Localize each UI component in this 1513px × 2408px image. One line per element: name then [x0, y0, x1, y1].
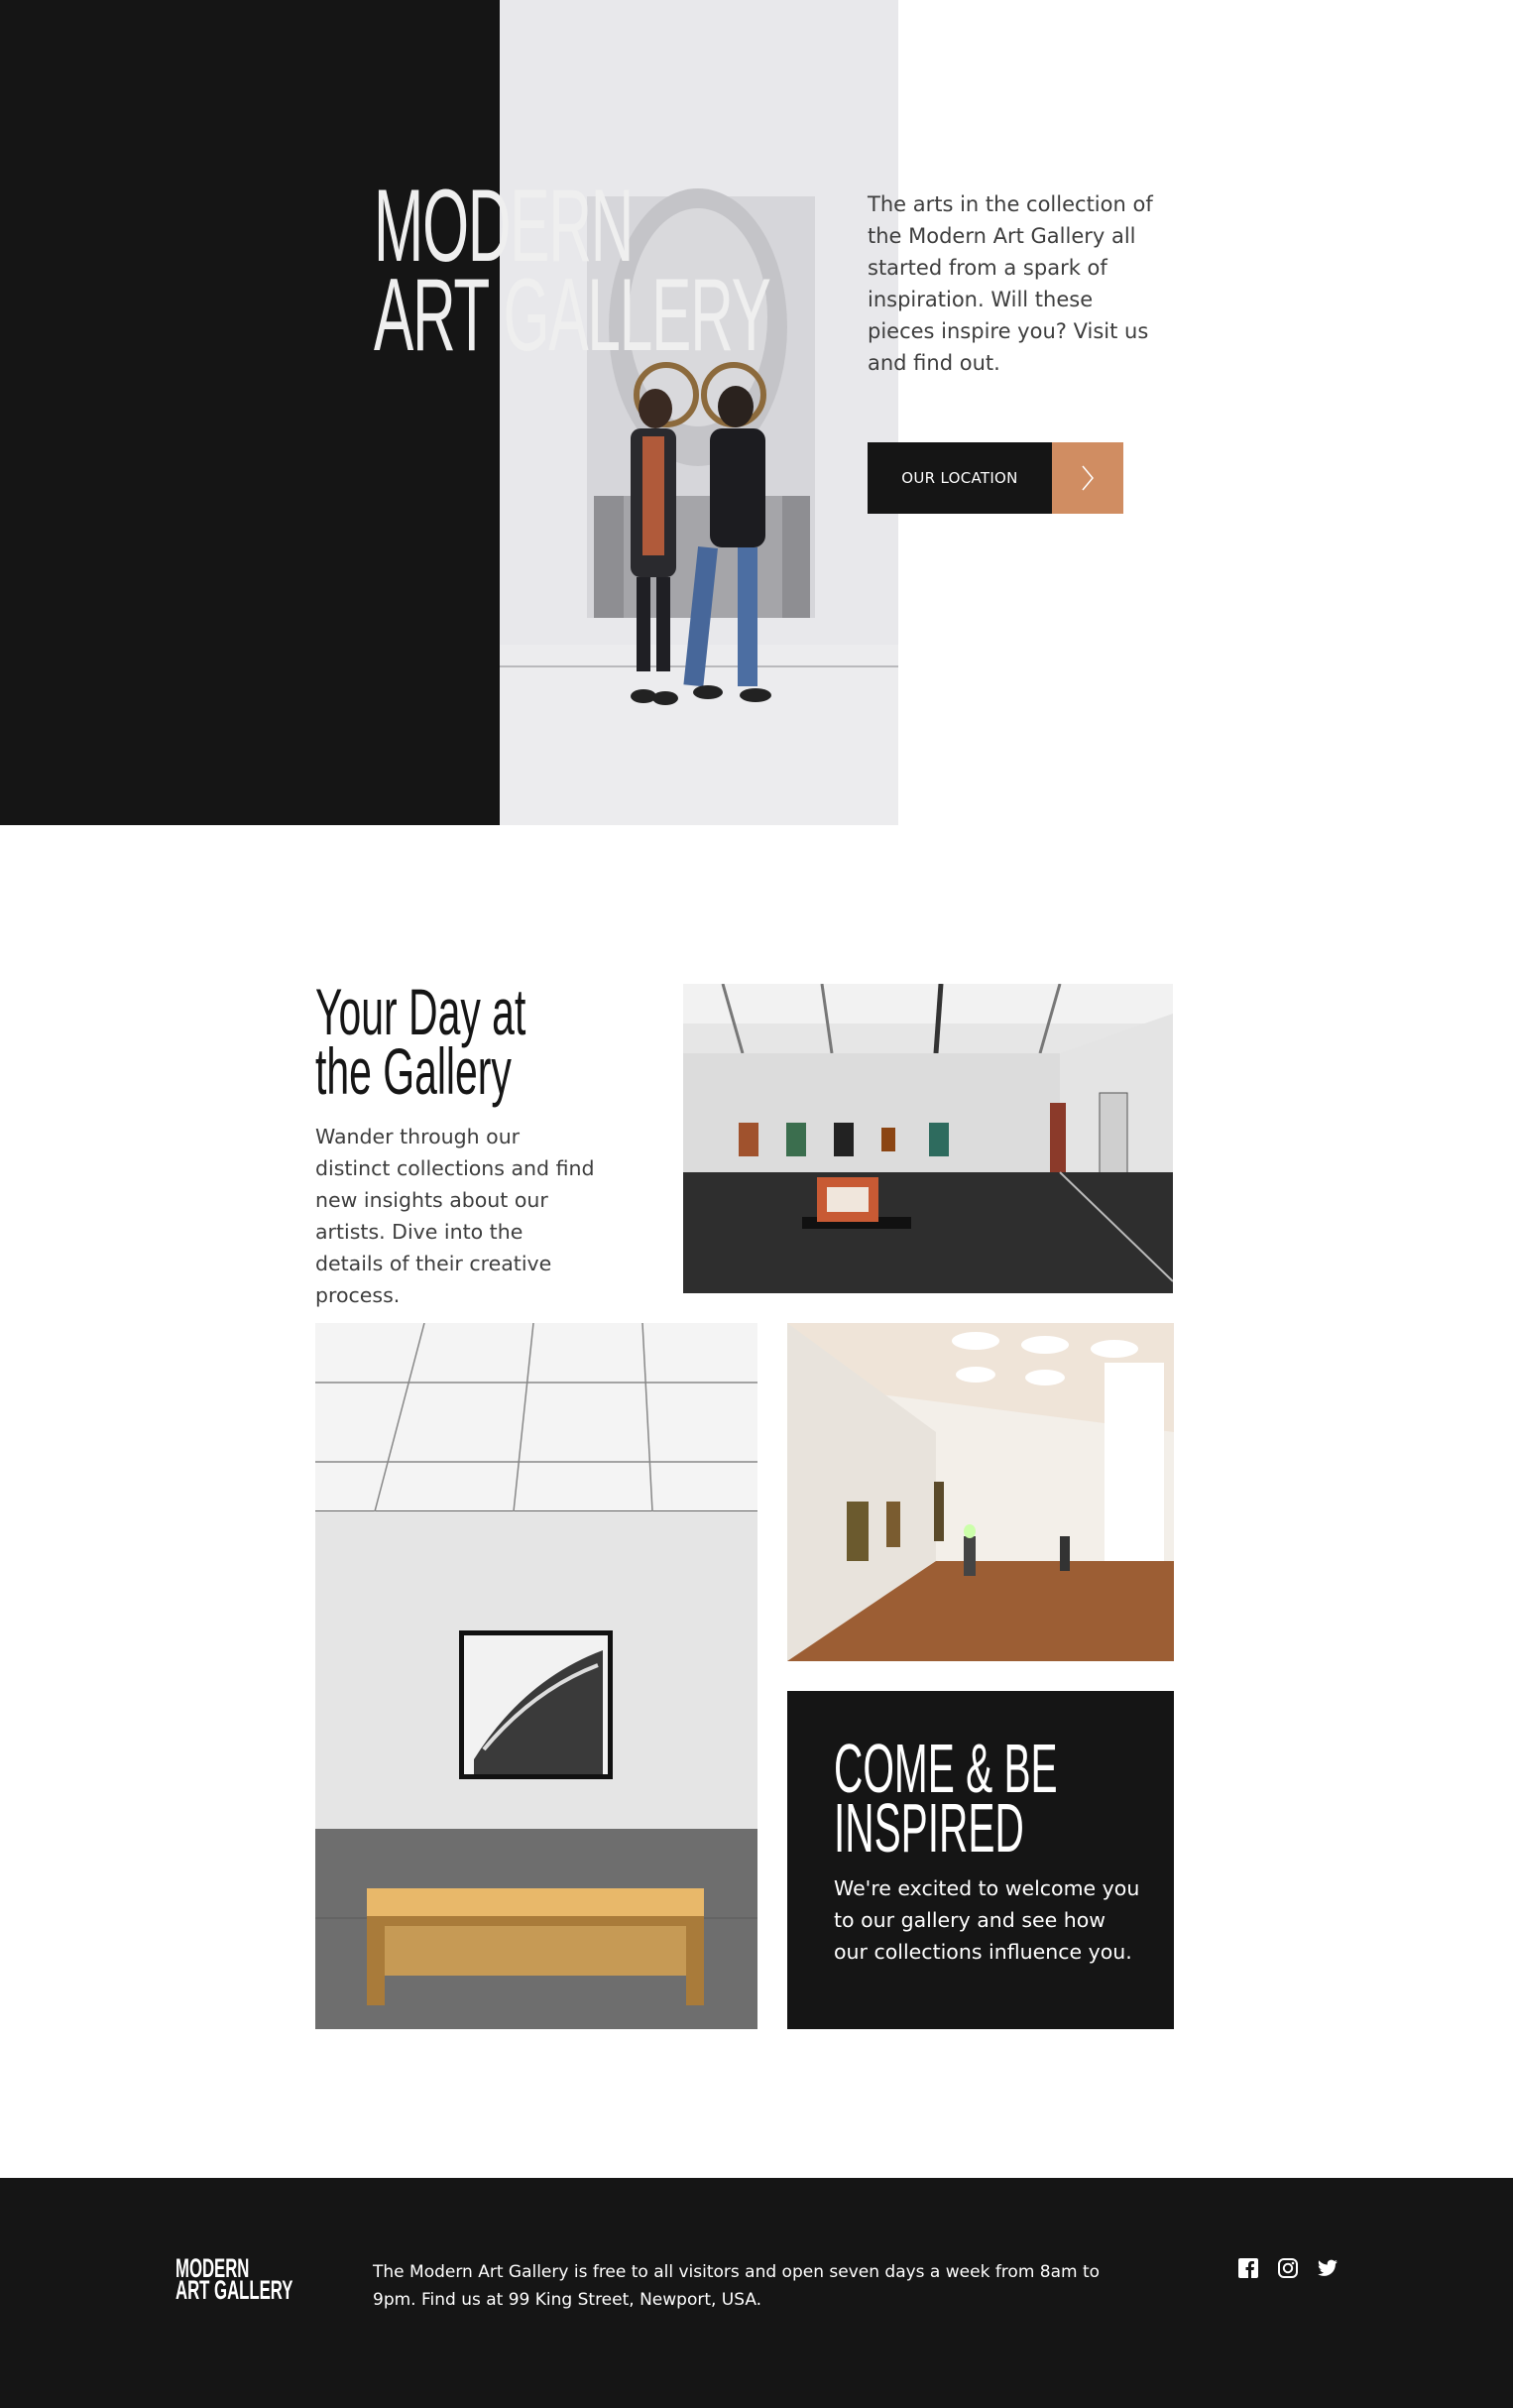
hero-title: MODERN ART GALLERY: [374, 175, 771, 373]
inspire-title: COME & BE INSPIRED: [834, 1734, 1064, 1866]
twitter-icon[interactable]: [1317, 2257, 1338, 2279]
day-title-line2: the Gallery: [315, 1034, 512, 1108]
gallery-hall-image: [683, 984, 1173, 1293]
footer-logo[interactable]: MODERN ART GALLERY: [175, 2255, 298, 2305]
day-section-title: Your Day at the Gallery: [315, 975, 561, 1108]
facebook-icon[interactable]: [1237, 2257, 1259, 2279]
bench-room-image: [315, 1323, 757, 2029]
day-section-description: Wander through our distinct collections …: [315, 1125, 595, 1307]
chevron-right-icon[interactable]: [1052, 442, 1123, 514]
footer-logo-line2: ART GALLERY: [175, 2275, 293, 2305]
inspire-description: We're excited to welcome you to our gall…: [834, 1876, 1140, 1964]
inspire-panel: COME & BE INSPIRED We're excited to welc…: [787, 1691, 1174, 2029]
our-location-label[interactable]: OUR LOCATION: [868, 442, 1052, 514]
instagram-icon[interactable]: [1277, 2257, 1299, 2279]
corridor-gallery-image: [787, 1323, 1174, 1661]
hero-image-visitors: [500, 0, 898, 825]
hero-description: The arts in the collection of the Modern…: [868, 192, 1153, 375]
day-title-line1: Your Day at: [315, 975, 526, 1048]
footer-info: The Modern Art Gallery is free to all vi…: [373, 2262, 1101, 2310]
hero-title-line2: ART GALLERY: [374, 258, 771, 373]
footer: MODERN ART GALLERY The Modern Art Galler…: [0, 2178, 1513, 2408]
hero-dark-panel: [0, 0, 500, 825]
inspire-title-line2: INSPIRED: [834, 1789, 1024, 1866]
our-location-button[interactable]: OUR LOCATION: [868, 442, 1123, 514]
